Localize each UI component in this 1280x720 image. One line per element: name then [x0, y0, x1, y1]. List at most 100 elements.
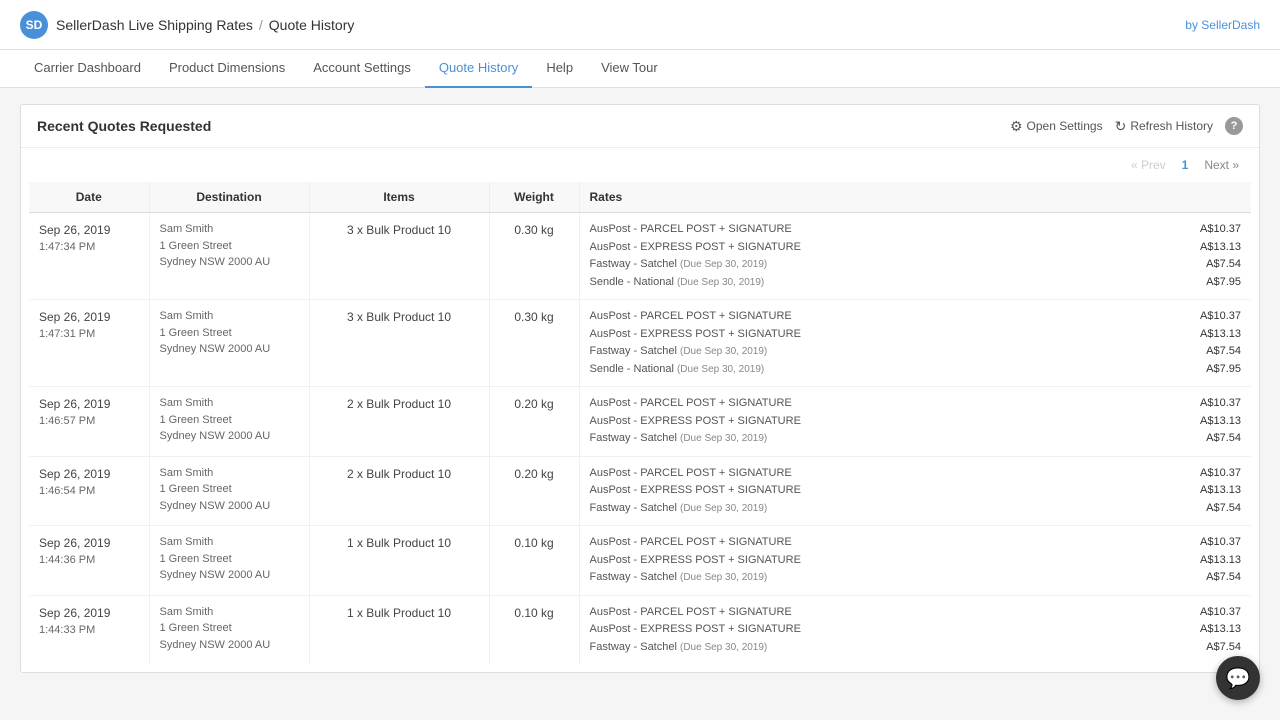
by-label: by SellerDash	[1185, 18, 1260, 32]
refresh-label: Refresh History	[1130, 119, 1213, 133]
rate-item: AusPost - EXPRESS POST + SIGNATUREA$13.1…	[590, 413, 1242, 430]
rate-due: (Due Sep 30, 2019)	[680, 433, 767, 444]
quotes-table: Date Destination Items Weight Rates Sep …	[29, 182, 1251, 664]
rate-name: AusPost - EXPRESS POST + SIGNATURE	[590, 239, 801, 256]
rate-price: A$13.13	[1200, 621, 1241, 638]
cell-items: 3 x Bulk Product 10	[309, 213, 489, 300]
cell-items: 2 x Bulk Product 10	[309, 387, 489, 457]
cell-date: Sep 26, 20191:47:31 PM	[29, 300, 149, 387]
panel-header: Recent Quotes Requested ⚙ Open Settings …	[21, 105, 1259, 148]
rate-item: Fastway - Satchel (Due Sep 30, 2019)A$7.…	[590, 256, 1242, 273]
dest-address2: Sydney NSW 2000 AU	[160, 341, 299, 358]
table-container: Date Destination Items Weight Rates Sep …	[21, 182, 1259, 672]
cell-items: 1 x Bulk Product 10	[309, 526, 489, 596]
help-button[interactable]: ?	[1225, 117, 1243, 135]
cell-items: 3 x Bulk Product 10	[309, 300, 489, 387]
chat-icon: 💬	[1226, 666, 1251, 691]
cell-weight: 0.20 kg	[489, 387, 579, 457]
dest-address2: Sydney NSW 2000 AU	[160, 637, 299, 654]
cell-rates: AusPost - PARCEL POST + SIGNATUREA$10.37…	[579, 456, 1251, 526]
rate-name: Fastway - Satchel (Due Sep 30, 2019)	[590, 343, 768, 360]
cell-weight: 0.30 kg	[489, 213, 579, 300]
dest-address1: 1 Green Street	[160, 551, 299, 568]
breadcrumb-separator: /	[259, 17, 263, 33]
header-right: by SellerDash	[1185, 18, 1260, 32]
quotes-panel: Recent Quotes Requested ⚙ Open Settings …	[20, 104, 1260, 673]
rate-price: A$13.13	[1200, 326, 1241, 343]
col-header-destination: Destination	[149, 182, 309, 213]
time-value: 1:47:31 PM	[39, 326, 139, 343]
cell-weight: 0.10 kg	[489, 526, 579, 596]
nav-account-settings[interactable]: Account Settings	[299, 50, 425, 88]
nav: Carrier Dashboard Product Dimensions Acc…	[0, 50, 1280, 88]
table-row: Sep 26, 20191:46:57 PMSam Smith1 Green S…	[29, 387, 1251, 457]
rate-price: A$13.13	[1200, 552, 1241, 569]
table-row: Sep 26, 20191:47:31 PMSam Smith1 Green S…	[29, 300, 1251, 387]
rate-price: A$7.54	[1206, 569, 1241, 586]
rate-item: AusPost - EXPRESS POST + SIGNATUREA$13.1…	[590, 552, 1242, 569]
rate-item: AusPost - EXPRESS POST + SIGNATUREA$13.1…	[590, 239, 1242, 256]
rate-item: Sendle - National (Due Sep 30, 2019)A$7.…	[590, 361, 1242, 378]
cell-destination: Sam Smith1 Green StreetSydney NSW 2000 A…	[149, 300, 309, 387]
rate-price: A$10.37	[1200, 221, 1241, 238]
open-settings-button[interactable]: ⚙ Open Settings	[1010, 118, 1103, 135]
pagination: « Prev 1 Next »	[21, 148, 1259, 182]
nav-product-dimensions[interactable]: Product Dimensions	[155, 50, 299, 88]
rate-price: A$10.37	[1200, 534, 1241, 551]
rate-price: A$7.95	[1206, 361, 1241, 378]
rate-due: (Due Sep 30, 2019)	[680, 503, 767, 514]
dest-address2: Sydney NSW 2000 AU	[160, 498, 299, 515]
chat-button[interactable]: 💬	[1216, 656, 1260, 700]
cell-weight: 0.10 kg	[489, 595, 579, 664]
cell-destination: Sam Smith1 Green StreetSydney NSW 2000 A…	[149, 595, 309, 664]
rate-item: Fastway - Satchel (Due Sep 30, 2019)A$7.…	[590, 500, 1242, 517]
cell-destination: Sam Smith1 Green StreetSydney NSW 2000 A…	[149, 456, 309, 526]
date-value: Sep 26, 2019	[39, 308, 139, 326]
nav-help[interactable]: Help	[532, 50, 587, 88]
logo-icon: SD	[20, 11, 48, 39]
rate-price: A$7.54	[1206, 500, 1241, 517]
app-name: SellerDash Live Shipping Rates	[56, 17, 253, 33]
rate-price: A$7.54	[1206, 639, 1241, 656]
time-value: 1:44:36 PM	[39, 552, 139, 569]
rate-name: AusPost - EXPRESS POST + SIGNATURE	[590, 326, 801, 343]
cell-rates: AusPost - PARCEL POST + SIGNATURE A$10.37…	[579, 213, 1251, 300]
rate-item: Fastway - Satchel (Due Sep 30, 2019)A$7.…	[590, 639, 1242, 656]
dest-name: Sam Smith	[160, 308, 299, 325]
rate-name: AusPost - PARCEL POST + SIGNATURE	[590, 534, 792, 551]
open-settings-label: Open Settings	[1027, 119, 1103, 133]
refresh-history-button[interactable]: ↻ Refresh History	[1115, 118, 1213, 135]
header-left: SD SellerDash Live Shipping Rates / Quot…	[20, 11, 354, 39]
cell-rates: AusPost - PARCEL POST + SIGNATUREA$10.37…	[579, 300, 1251, 387]
rate-due: (Due Sep 30, 2019)	[677, 364, 764, 375]
table-header-row: Date Destination Items Weight Rates	[29, 182, 1251, 213]
date-value: Sep 26, 2019	[39, 604, 139, 622]
table-row: Sep 26, 20191:44:36 PMSam Smith1 Green S…	[29, 526, 1251, 596]
rate-item: Fastway - Satchel (Due Sep 30, 2019)A$7.…	[590, 430, 1242, 447]
rate-price: A$7.95	[1206, 274, 1241, 291]
page-title: Quote History	[269, 17, 355, 33]
dest-address1: 1 Green Street	[160, 238, 299, 255]
col-header-items: Items	[309, 182, 489, 213]
time-value: 1:44:33 PM	[39, 622, 139, 639]
rate-due: (Due Sep 30, 2019)	[680, 642, 767, 653]
dest-name: Sam Smith	[160, 465, 299, 482]
rate-price: A$10.37	[1200, 308, 1241, 325]
rate-name: AusPost - PARCEL POST + SIGNATURE	[590, 221, 792, 238]
table-row: Sep 26, 20191:44:33 PM Sam Smith1 Green S…	[29, 595, 1251, 664]
prev-button[interactable]: « Prev	[1127, 156, 1170, 174]
nav-view-tour[interactable]: View Tour	[587, 50, 672, 88]
rate-item: AusPost - PARCEL POST + SIGNATURE A$10.37	[590, 221, 1242, 238]
cell-rates: AusPost - PARCEL POST + SIGNATUREA$10.37…	[579, 387, 1251, 457]
rate-due: (Due Sep 30, 2019)	[677, 277, 764, 288]
nav-carrier-dashboard[interactable]: Carrier Dashboard	[20, 50, 155, 88]
panel-title: Recent Quotes Requested	[37, 118, 211, 134]
rate-item: AusPost - EXPRESS POST + SIGNATURE A$13.1…	[590, 326, 1242, 343]
rate-name: Fastway - Satchel (Due Sep 30, 2019)	[590, 430, 768, 447]
rate-name: AusPost - PARCEL POST + SIGNATURE	[590, 604, 792, 621]
cell-date: Sep 26, 20191:46:57 PM	[29, 387, 149, 457]
nav-quote-history[interactable]: Quote History	[425, 50, 532, 88]
next-button[interactable]: Next »	[1200, 156, 1243, 174]
dest-address2: Sydney NSW 2000 AU	[160, 567, 299, 584]
date-value: Sep 26, 2019	[39, 465, 139, 483]
